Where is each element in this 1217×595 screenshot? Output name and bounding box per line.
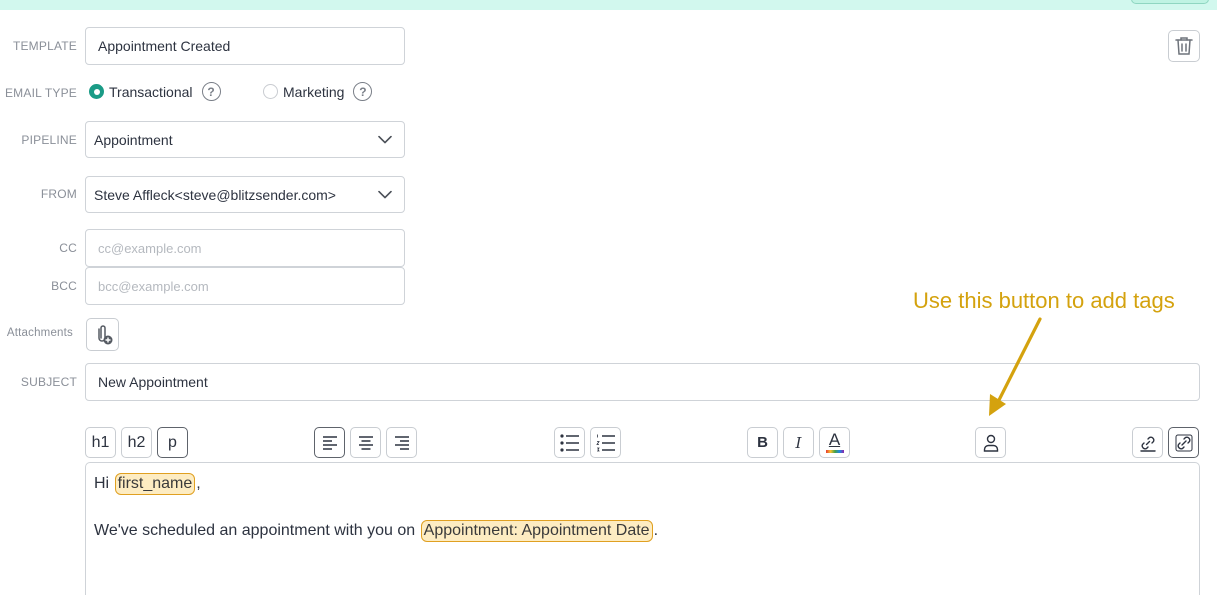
cc-label: CC <box>59 241 77 255</box>
radio-unselected-indicator <box>263 84 278 99</box>
align-left-button[interactable] <box>314 427 345 458</box>
unlink-icon <box>1175 434 1192 451</box>
radio-transactional[interactable]: Transactional ? <box>89 82 221 101</box>
email-type-label: EMAIL TYPE <box>4 86 77 100</box>
bold-button[interactable]: B <box>747 427 778 458</box>
merge-tag[interactable]: first_name <box>114 473 196 495</box>
unlink-button[interactable] <box>1168 427 1199 458</box>
radio-transactional-label: Transactional <box>109 83 193 100</box>
text-color-icon: A <box>828 429 841 449</box>
help-icon[interactable]: ? <box>201 82 221 101</box>
paperclip-add-icon <box>97 324 112 344</box>
from-select[interactable]: Steve Affleck<steve@blitzsender.com> <box>85 176 405 213</box>
italic-button[interactable]: I <box>783 427 814 458</box>
bcc-placeholder: bcc@example.com <box>98 278 209 294</box>
pipeline-select[interactable]: Appointment <box>85 121 405 158</box>
annotation-callout: Use this button to add tags <box>913 288 1175 313</box>
numbered-list-icon <box>595 434 615 451</box>
person-tag-icon <box>983 434 998 452</box>
align-left-icon <box>322 435 337 450</box>
link-icon <box>1139 436 1156 452</box>
bcc-input[interactable]: bcc@example.com <box>85 267 405 305</box>
pipeline-value: Appointment <box>94 131 173 148</box>
heading-2-button[interactable]: h2 <box>121 427 152 458</box>
align-center-button[interactable] <box>350 427 381 458</box>
paragraph-button[interactable]: p <box>157 427 188 458</box>
subject-label: SUBJECT <box>20 375 77 389</box>
chevron-down-icon <box>378 135 392 143</box>
delete-button[interactable] <box>1168 30 1200 62</box>
help-icon[interactable]: ? <box>353 82 373 101</box>
from-value: Steve Affleck<steve@blitzsender.com> <box>94 186 336 203</box>
color-spectrum-bar <box>825 449 844 453</box>
template-label: TEMPLATE <box>12 39 77 53</box>
annotation-arrow-icon <box>989 317 1042 416</box>
text-color-button[interactable]: A <box>819 427 850 458</box>
align-right-icon <box>394 435 409 450</box>
numbered-list-button[interactable] <box>590 427 621 458</box>
editor-text: Hi <box>94 475 114 492</box>
add-tag-button[interactable] <box>975 427 1006 458</box>
top-banner-button[interactable] <box>1131 0 1209 4</box>
top-banner <box>0 0 1217 10</box>
radio-marketing[interactable]: Marketing ? <box>263 82 373 101</box>
template-name-value: Appointment Created <box>98 38 231 54</box>
bcc-label: BCC <box>51 279 77 293</box>
email-body-editor[interactable]: Hi first_name , We've scheduled an appoi… <box>85 462 1200 595</box>
cc-input[interactable]: cc@example.com <box>85 229 405 267</box>
cc-placeholder: cc@example.com <box>98 240 202 256</box>
editor-line-body: We've scheduled an appointment with you … <box>94 520 658 542</box>
pipeline-label: PIPELINE <box>21 133 77 147</box>
insert-link-button[interactable] <box>1132 427 1163 458</box>
radio-selected-indicator <box>89 84 104 99</box>
from-label: FROM <box>40 187 77 201</box>
editor-text: , <box>196 475 201 492</box>
editor-text: We've scheduled an appointment with you … <box>94 522 420 539</box>
align-right-button[interactable] <box>386 427 417 458</box>
chevron-down-icon <box>378 190 392 198</box>
heading-1-button[interactable]: h1 <box>85 427 116 458</box>
editor-line-greeting: Hi first_name , <box>94 473 201 495</box>
trash-icon <box>1175 37 1193 55</box>
editor-text: . <box>653 522 659 539</box>
merge-tag[interactable]: Appointment: Appointment Date <box>420 520 653 542</box>
attachments-label: Attachments <box>6 327 73 339</box>
template-name-input[interactable]: Appointment Created <box>85 27 405 65</box>
align-center-icon <box>358 435 373 450</box>
subject-value: New Appointment <box>98 374 208 390</box>
bullet-list-button[interactable] <box>554 427 585 458</box>
radio-marketing-label: Marketing <box>283 83 345 100</box>
bullet-list-icon <box>559 433 579 452</box>
add-attachment-button[interactable] <box>86 318 119 351</box>
